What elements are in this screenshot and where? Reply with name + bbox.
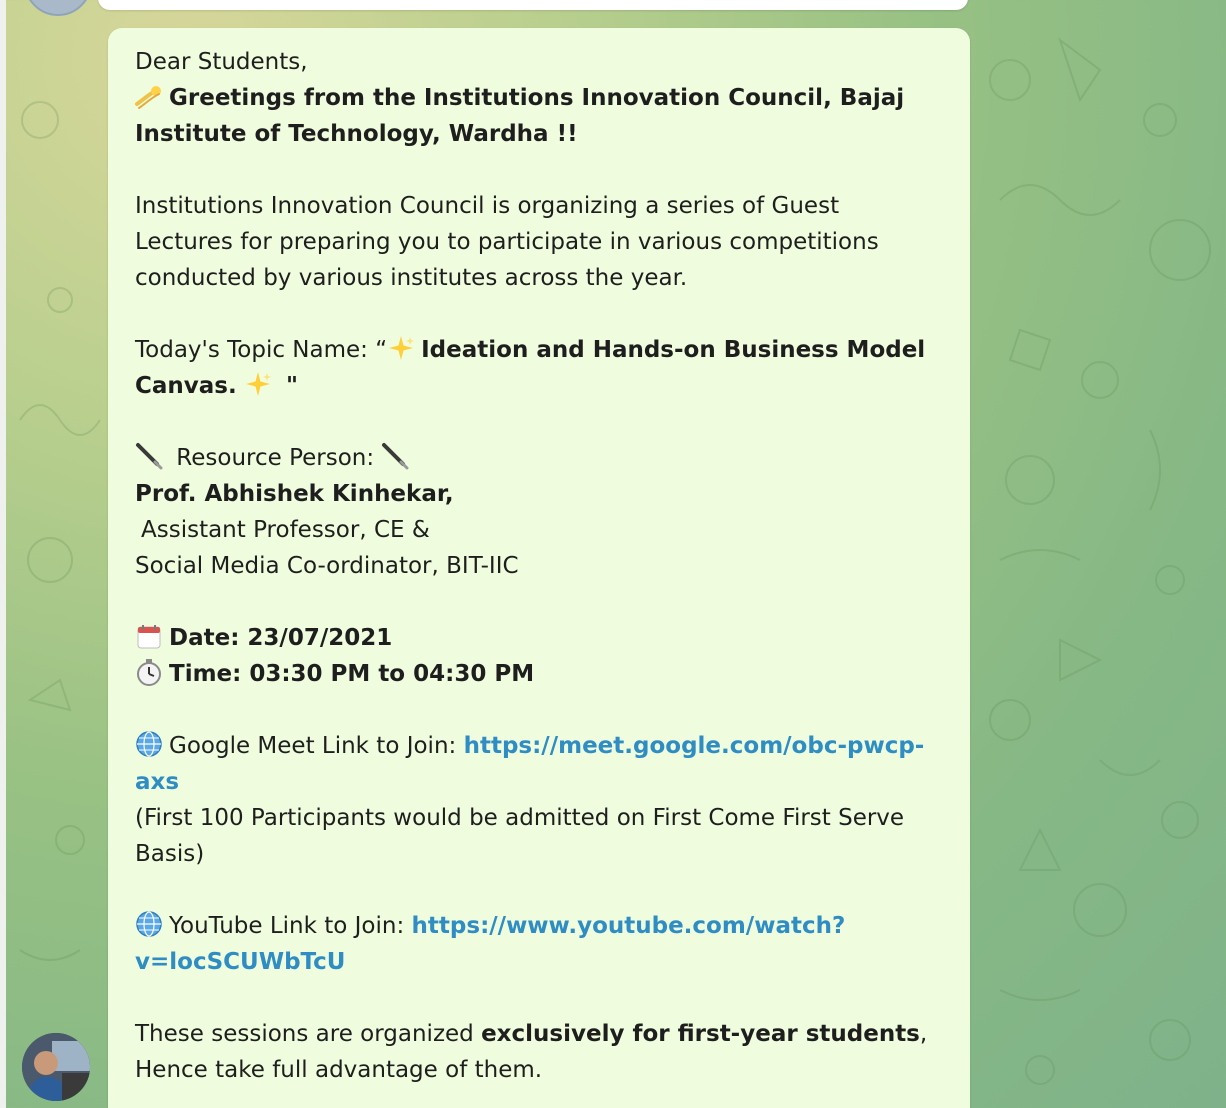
closing1-post: ,	[919, 1021, 928, 1047]
meet-note1: (First 100 Participants would be admitte…	[135, 805, 905, 831]
meet-link-line2: axs	[135, 764, 935, 800]
globe-icon	[135, 910, 163, 938]
resource-label: Resource Person:	[169, 445, 382, 471]
meet-note2: Basis)	[135, 841, 205, 867]
topic-line2: Canvas. "	[135, 368, 935, 404]
previous-message-bubble	[98, 0, 968, 10]
resource-name: Prof. Abhishek Kinhekar,	[135, 481, 454, 507]
time-line: Time: 03:30 PM to 04:30 PM	[135, 656, 935, 692]
youtube-line: YouTube Link to Join: https://www.youtub…	[135, 908, 935, 944]
calendar-icon	[135, 622, 163, 650]
closing1-bold: exclusively for first-year students	[481, 1021, 920, 1047]
resource-line: Resource Person:	[135, 440, 935, 476]
sparkles-icon	[387, 334, 415, 362]
youtube-link-line2: v=locSCUWbTcU	[135, 944, 935, 980]
topic-label: Today's Topic Name: “	[135, 337, 388, 363]
pen-icon	[381, 442, 409, 470]
date-line: Date: 23/07/2021	[135, 620, 935, 656]
time-text: Time: 03:30 PM to 04:30 PM	[169, 661, 535, 687]
headline: Greetings from the Institutions Innovati…	[135, 80, 935, 116]
intro-line1: Institutions Innovation Council is organ…	[135, 193, 840, 219]
topic-close: "	[278, 373, 299, 399]
headline-part1: Greetings from the Institutions Innovati…	[169, 85, 905, 111]
topic-title-part1: Ideation and Hands-on Business Model	[421, 337, 926, 363]
intro-line2: Lectures for preparing you to participat…	[135, 229, 879, 255]
stopwatch-icon	[135, 658, 163, 686]
previous-sender-avatar[interactable]	[24, 0, 92, 16]
meet-line: Google Meet Link to Join: https://meet.g…	[135, 728, 935, 764]
greeting: Dear Students,	[135, 49, 308, 75]
comet-icon	[135, 82, 163, 110]
closing-line2: Hence take full advantage of them.	[135, 1057, 543, 1083]
window-left-edge	[0, 0, 6, 1108]
globe-icon	[135, 730, 163, 758]
message-bubble: Dear Students, Greetings from the Instit…	[108, 28, 970, 1108]
topic-line: Today's Topic Name: “ Ideation and Hands-…	[135, 332, 935, 368]
pen-icon	[135, 442, 163, 470]
meet-link[interactable]: https://meet.google.com/obc-pwcp-	[464, 733, 925, 759]
message-text: Dear Students, Greetings from the Instit…	[135, 44, 935, 1088]
headline-part2: Institute of Technology, Wardha !!	[135, 121, 578, 147]
meet-link-continued[interactable]: axs	[135, 769, 179, 795]
closing-line1: These sessions are organized exclusively…	[135, 1016, 935, 1052]
sparkles-icon	[244, 370, 272, 398]
meet-label: Google Meet Link to Join:	[169, 733, 464, 759]
resource-title1: Assistant Professor, CE &	[141, 517, 430, 543]
resource-title2: Social Media Co-ordinator, BIT-IIC	[135, 553, 519, 579]
youtube-link[interactable]: https://www.youtube.com/watch?	[412, 913, 846, 939]
youtube-label: YouTube Link to Join:	[169, 913, 412, 939]
topic-title-part2: Canvas.	[135, 373, 237, 399]
date-text: Date: 23/07/2021	[169, 625, 393, 651]
youtube-link-continued[interactable]: v=locSCUWbTcU	[135, 949, 345, 975]
sender-avatar[interactable]	[22, 1033, 90, 1101]
intro-line3: conducted by various institutes across t…	[135, 265, 688, 291]
closing1-pre: These sessions are organized	[135, 1021, 482, 1047]
